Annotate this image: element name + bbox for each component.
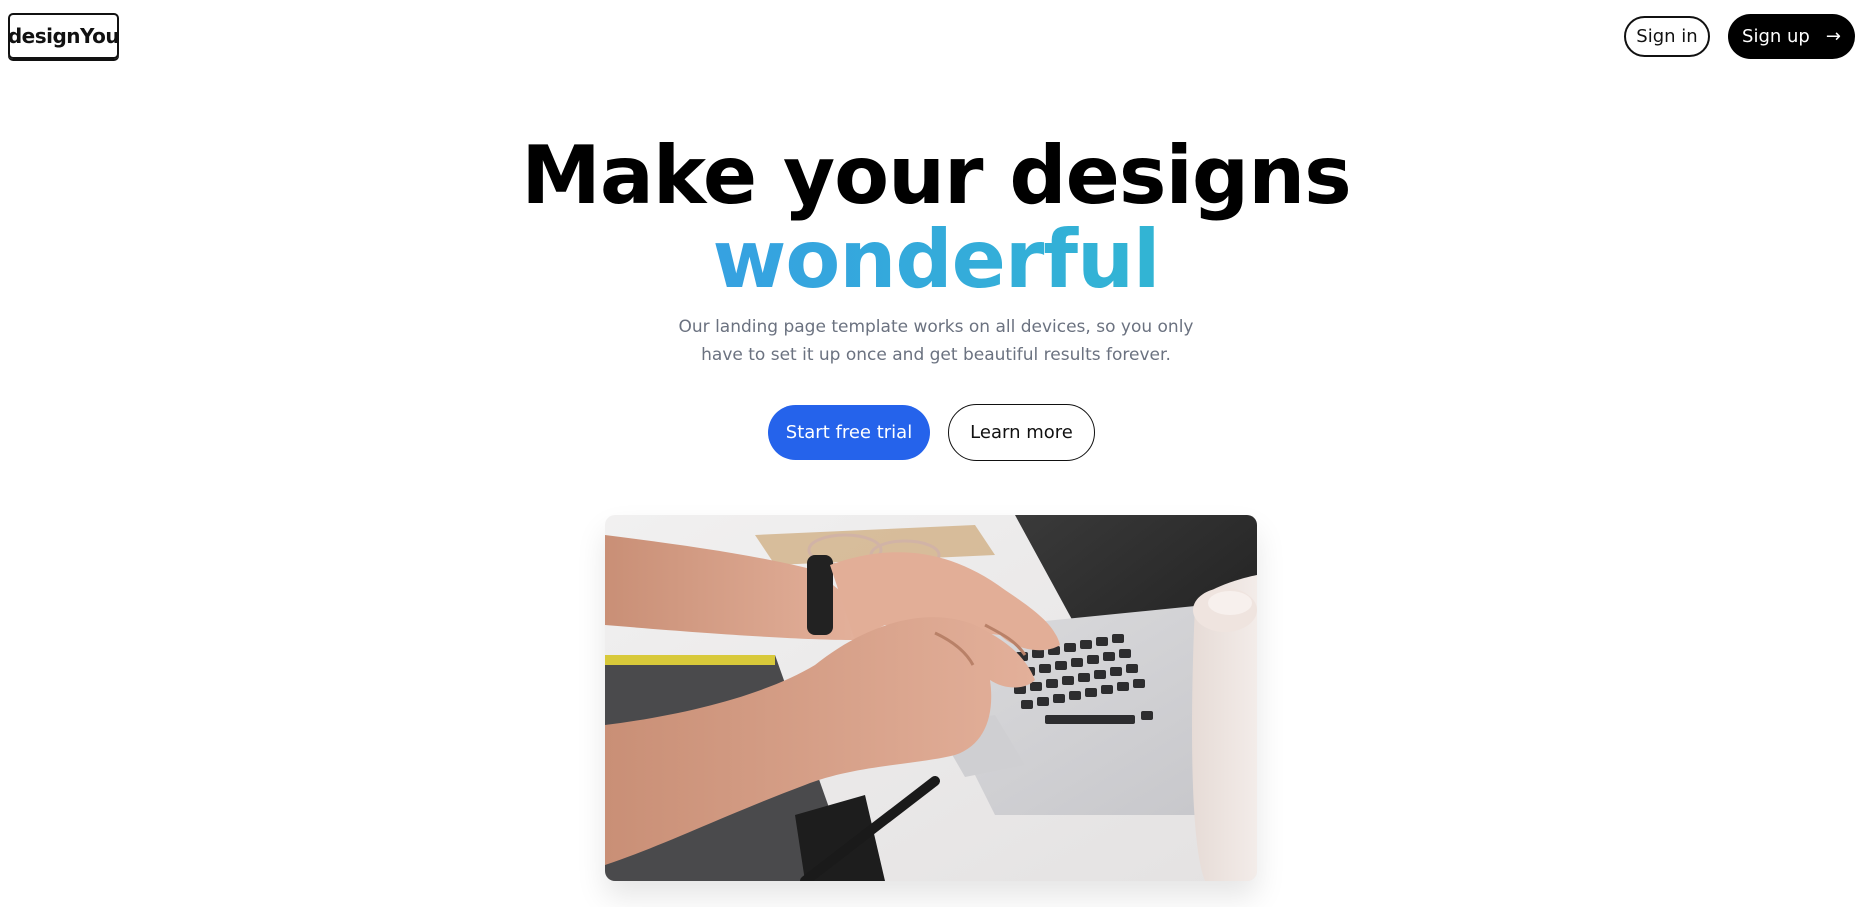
sign-up-button[interactable]: Sign up → [1728,14,1855,59]
logo[interactable]: designYou [8,13,120,59]
hero-subtitle-line1: Our landing page template works on all d… [678,317,1194,337]
hero-title-highlight: wonderful [0,218,1872,302]
learn-more-label: Learn more [970,422,1073,443]
arrow-right-icon: → [1825,26,1841,47]
start-free-trial-label: Start free trial [785,422,913,443]
hero-title: Make your designs wonderful [0,134,1872,302]
hero-title-line1: Make your designs [521,129,1352,222]
hero-subtitle: Our landing page template works on all d… [636,313,1236,369]
start-free-trial-button[interactable]: Start free trial [768,405,930,460]
sign-in-button[interactable]: Sign in [1624,16,1710,57]
hero-image [605,515,1257,881]
learn-more-button[interactable]: Learn more [948,404,1095,461]
hero-subtitle-line2: have to set it up once and get beautiful… [701,345,1171,365]
sign-up-label: Sign up [1742,26,1810,47]
sign-in-label: Sign in [1636,26,1698,47]
